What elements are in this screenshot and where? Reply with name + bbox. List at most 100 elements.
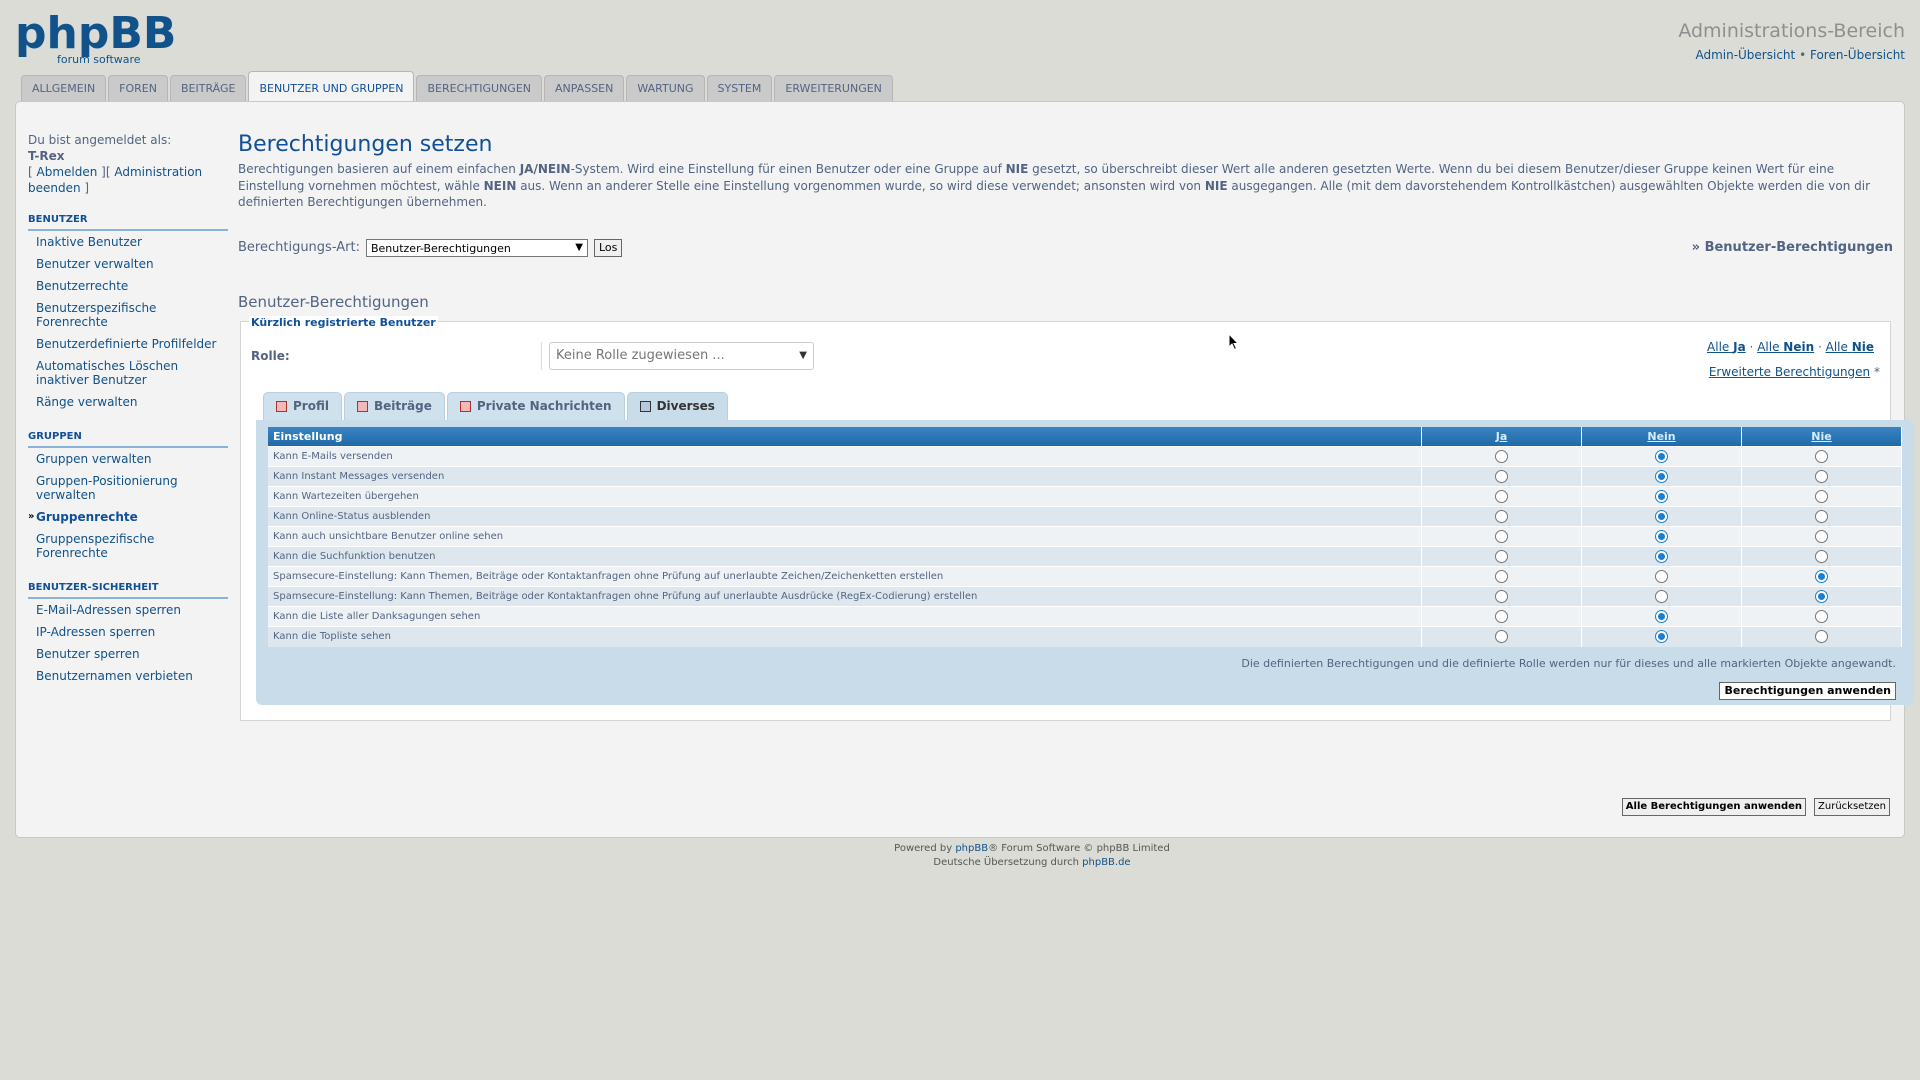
radio-never[interactable] xyxy=(1815,570,1828,583)
chevron-down-icon: ▼ xyxy=(799,349,807,361)
tab-posts[interactable]: Beiträge xyxy=(169,75,247,101)
radio-never[interactable] xyxy=(1815,490,1828,503)
radio-never[interactable] xyxy=(1815,530,1828,543)
radio-never[interactable] xyxy=(1815,470,1828,483)
radio-yes[interactable] xyxy=(1495,450,1508,463)
phpbb-link[interactable]: phpBB xyxy=(955,843,988,854)
sidebar-item-ban-ips[interactable]: IP-Adressen sperren xyxy=(28,621,228,643)
radio-cell-yes xyxy=(1421,606,1582,627)
sidebar-item-manage-groups[interactable]: Gruppen verwalten xyxy=(28,448,228,470)
sidebar-item-group-positions[interactable]: Gruppen-Positionierung verwalten xyxy=(28,470,228,506)
category-tabs: Profil Beiträge Private Nachrichten Dive… xyxy=(263,391,730,420)
radio-yes[interactable] xyxy=(1495,490,1508,503)
sidebar-item-manage-users[interactable]: Benutzer verwalten xyxy=(28,253,228,275)
tab-forums[interactable]: Foren xyxy=(108,75,168,101)
tab-customise[interactable]: Anpassen xyxy=(544,75,625,101)
tab-permissions[interactable]: Berechtigungen xyxy=(416,75,542,101)
go-button[interactable]: Los xyxy=(593,238,623,257)
account-links: [ Abmelden ][ Administration beenden ] xyxy=(28,165,203,195)
sidebar-item-profile-fields[interactable]: Benutzerdefinierte Profilfelder xyxy=(28,333,228,355)
role-select[interactable]: Keine Rolle zugewiesen ... ▼ xyxy=(549,341,814,370)
advanced-permissions-link[interactable]: Erweiterte Berechtigungen xyxy=(1709,365,1870,379)
permission-type-label: Berechtigungs-Art: xyxy=(238,240,360,255)
table-row: Kann die Suchfunktion benutzen xyxy=(268,546,1902,567)
phpbb-logo: phpBB forum software xyxy=(15,8,176,66)
radio-no[interactable] xyxy=(1655,610,1668,623)
radio-yes[interactable] xyxy=(1495,590,1508,603)
table-row: Kann Online-Status ausblenden xyxy=(268,506,1902,527)
radio-yes[interactable] xyxy=(1495,570,1508,583)
tab-maintenance[interactable]: Wartung xyxy=(626,75,705,101)
radio-yes[interactable] xyxy=(1495,550,1508,563)
sidebar-item-user-permissions[interactable]: Benutzerrechte xyxy=(28,275,228,297)
category-status-icon xyxy=(356,400,368,412)
radio-yes[interactable] xyxy=(1495,610,1508,623)
radio-never[interactable] xyxy=(1815,630,1828,644)
tab-users-groups[interactable]: Benutzer und Gruppen xyxy=(248,71,415,101)
forum-overview-link[interactable]: Foren-Übersicht xyxy=(1810,48,1905,62)
radio-no[interactable] xyxy=(1655,630,1668,644)
tab-general[interactable]: Allgemein xyxy=(21,75,107,101)
radio-no[interactable] xyxy=(1655,530,1668,543)
all-yes-link[interactable]: Alle Ja xyxy=(1707,340,1746,354)
apply-all-permissions-button[interactable]: Alle Berechtigungen anwenden xyxy=(1621,798,1807,816)
permissions-table: Einstellung Ja Nein Nie Kann E-Mails ver… xyxy=(268,426,1902,647)
setting-label: Kann E-Mails versenden xyxy=(268,446,1422,467)
category-tab-pm[interactable]: Private Nachrichten xyxy=(446,391,625,420)
reset-button[interactable]: Zurücksetzen xyxy=(1814,798,1890,816)
sidebar-item-group-forum-permissions[interactable]: Gruppenspezifische Forenrechte xyxy=(28,528,228,564)
radio-yes[interactable] xyxy=(1495,530,1508,543)
sidebar-item-ban-users[interactable]: Benutzer sperren xyxy=(28,643,228,665)
permission-type-value: Benutzer-Berechtigungen xyxy=(370,241,511,255)
radio-cell-yes xyxy=(1421,466,1582,487)
radio-yes[interactable] xyxy=(1495,470,1508,483)
radio-no[interactable] xyxy=(1655,590,1668,603)
radio-never[interactable] xyxy=(1815,590,1828,603)
admin-overview-link[interactable]: Admin-Übersicht xyxy=(1695,48,1795,62)
permission-type-heading: » Benutzer-Berechtigungen xyxy=(1691,240,1893,255)
radio-never[interactable] xyxy=(1815,450,1828,463)
logged-in-label: Du bist angemeldet als: xyxy=(28,133,172,147)
sidebar-item-ranks[interactable]: Ränge verwalten xyxy=(28,391,228,413)
all-no-link[interactable]: Alle Nein xyxy=(1757,340,1814,354)
radio-never[interactable] xyxy=(1815,550,1828,563)
col-yes-header[interactable]: Ja xyxy=(1421,426,1582,447)
category-tab-profile[interactable]: Profil xyxy=(263,391,342,420)
tab-extensions[interactable]: Erweiterungen xyxy=(774,75,893,101)
category-status-icon xyxy=(639,400,651,412)
col-never-header[interactable]: Nie xyxy=(1741,426,1902,447)
radio-no[interactable] xyxy=(1655,570,1668,583)
radio-yes[interactable] xyxy=(1495,510,1508,523)
radio-no[interactable] xyxy=(1655,470,1668,483)
phpbb-de-link[interactable]: phpBB.de xyxy=(1082,857,1130,868)
col-no-header[interactable]: Nein xyxy=(1581,426,1742,447)
radio-never[interactable] xyxy=(1815,510,1828,523)
radio-cell-never xyxy=(1741,626,1902,647)
sidebar-item-ban-emails[interactable]: E-Mail-Adressen sperren xyxy=(28,599,228,621)
apply-note: Die definierten Berechtigungen und die d… xyxy=(1241,656,1896,670)
radio-no[interactable] xyxy=(1655,490,1668,503)
dot-separator: · xyxy=(1749,339,1754,354)
sidebar-item-auto-delete[interactable]: Automatisches Löschen inaktiver Benutzer xyxy=(28,355,228,391)
radio-no[interactable] xyxy=(1655,510,1668,523)
radio-cell-never xyxy=(1741,586,1902,607)
sidebar-item-inactive-users[interactable]: Inaktive Benutzer xyxy=(28,231,228,253)
radio-never[interactable] xyxy=(1815,610,1828,623)
logout-link[interactable]: Abmelden xyxy=(37,165,98,179)
apply-permissions-button[interactable]: Berechtigungen anwenden xyxy=(1719,681,1896,700)
sidebar-item-user-forum-permissions[interactable]: Benutzerspezifische Forenrechte xyxy=(28,297,228,333)
category-tab-posts[interactable]: Beiträge xyxy=(343,391,445,420)
permission-type-select[interactable]: Benutzer-Berechtigungen ▼ xyxy=(365,238,588,257)
setting-label: Kann die Suchfunktion benutzen xyxy=(268,546,1422,567)
tab-system[interactable]: System xyxy=(706,75,773,101)
setting-label: Kann Instant Messages versenden xyxy=(268,466,1422,487)
sidebar-item-disallow-usernames[interactable]: Benutzernamen verbieten xyxy=(28,665,228,687)
all-never-link[interactable]: Alle Nie xyxy=(1826,340,1874,354)
category-tab-misc[interactable]: Diverses xyxy=(626,391,728,420)
radio-yes[interactable] xyxy=(1495,630,1508,644)
setting-label: Kann auch unsichtbare Benutzer online se… xyxy=(268,526,1422,547)
radio-no[interactable] xyxy=(1655,550,1668,563)
radio-cell-yes xyxy=(1421,566,1582,587)
radio-no[interactable] xyxy=(1655,450,1668,463)
sidebar-item-group-permissions[interactable]: Gruppenrechte xyxy=(28,506,228,528)
